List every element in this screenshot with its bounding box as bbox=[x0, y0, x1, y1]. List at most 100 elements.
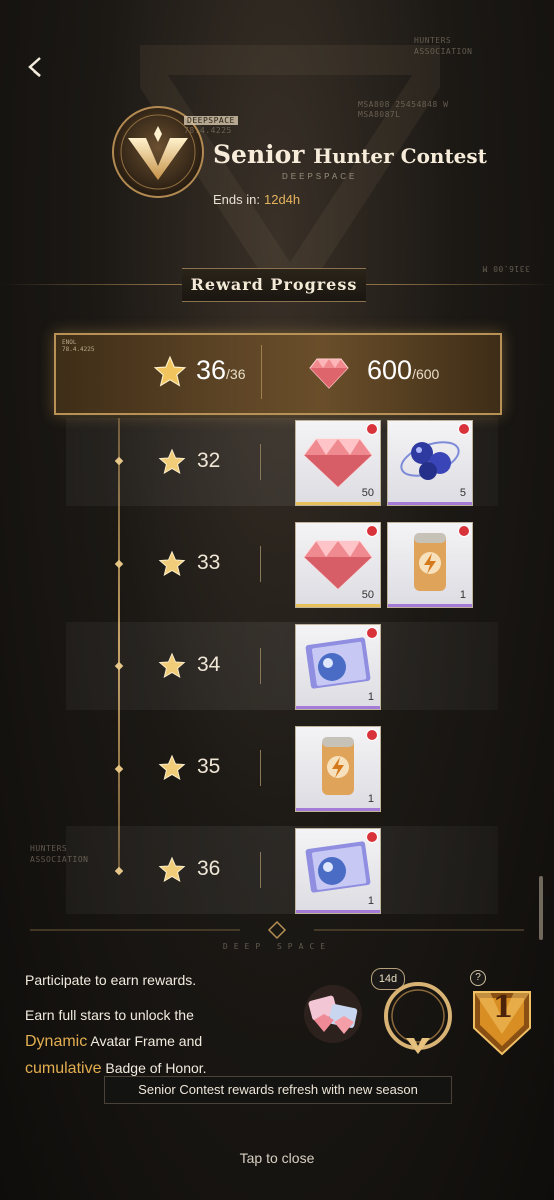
countdown: Ends in: 12d4h bbox=[213, 192, 300, 207]
reward-count: 50 bbox=[361, 589, 374, 601]
new-indicator-dot bbox=[366, 423, 378, 435]
tier-row: 34 1 bbox=[66, 622, 498, 710]
gem-icon bbox=[303, 438, 373, 488]
tier-row: 32 50 5 bbox=[66, 418, 498, 506]
star-icon bbox=[158, 448, 186, 475]
info-participate: Participate to earn rewards. bbox=[25, 972, 197, 988]
title-word-1: Senior bbox=[213, 140, 305, 169]
energy-can-icon bbox=[322, 737, 354, 795]
divider bbox=[260, 546, 261, 582]
reward-count: 50 bbox=[361, 487, 374, 499]
star-icon bbox=[158, 754, 186, 781]
deco-text: HUNTERS bbox=[30, 844, 68, 853]
rarity-bar bbox=[296, 910, 380, 913]
deco-tag: 78.4.4225 bbox=[184, 126, 232, 135]
gems-progress: 600/600 bbox=[367, 355, 439, 386]
new-indicator-dot bbox=[458, 525, 470, 537]
ticket-icon bbox=[305, 637, 371, 689]
ticket-icon bbox=[305, 841, 371, 893]
divider-ornament bbox=[30, 920, 524, 940]
star-icon bbox=[158, 550, 186, 577]
reward-count: 1 bbox=[459, 589, 466, 601]
honor-rank: 1 bbox=[492, 990, 514, 1025]
rarity-bar bbox=[388, 604, 472, 607]
info-text: Avatar Frame and bbox=[90, 1033, 203, 1049]
reward-item[interactable]: 1 bbox=[387, 522, 473, 608]
deco-tag: DEEPSPACE bbox=[184, 116, 238, 125]
tier-star-count: 33 bbox=[197, 551, 221, 574]
tier-row: 36 1 bbox=[66, 826, 498, 914]
stars-current: 36 bbox=[196, 355, 227, 385]
divider bbox=[260, 444, 261, 480]
new-indicator-dot bbox=[366, 627, 378, 639]
info-unlock: Earn full stars to unlock the Dynamic Av… bbox=[25, 1002, 315, 1082]
stars-progress: 36/36 bbox=[196, 355, 246, 386]
countdown-value: 12d4h bbox=[263, 192, 301, 207]
deco-text: DEEP SPACE bbox=[222, 942, 332, 951]
deco-text: ASSOCIATION bbox=[414, 47, 473, 56]
tier-star-count: 36 bbox=[197, 857, 221, 880]
title-subtitle: DEEPSPACE bbox=[282, 172, 358, 181]
info-highlight: Dynamic bbox=[25, 1033, 88, 1050]
divider bbox=[260, 648, 261, 684]
progress-summary: ENOL 78.4.4225 36/36 600/600 bbox=[54, 333, 502, 415]
gem-pile-icon bbox=[304, 985, 362, 1043]
divider bbox=[261, 345, 262, 399]
gem-icon bbox=[309, 358, 349, 389]
gems-current: 600 bbox=[367, 355, 413, 385]
orb-cluster-icon bbox=[400, 441, 460, 480]
reward-count: 5 bbox=[459, 487, 466, 499]
reward-item[interactable]: 1 bbox=[295, 726, 381, 812]
summary-tag: ENOL 78.4.4225 bbox=[62, 339, 95, 353]
scrollbar[interactable] bbox=[539, 876, 543, 940]
new-indicator-dot bbox=[366, 525, 378, 537]
new-indicator-dot bbox=[458, 423, 470, 435]
tier-row: 35 1 bbox=[66, 724, 498, 812]
star-icon bbox=[158, 856, 186, 883]
reward-count: 1 bbox=[367, 895, 374, 907]
chevron-left-icon bbox=[28, 57, 41, 77]
gem-icon bbox=[303, 540, 373, 590]
tier-row: 33 50 1 bbox=[66, 520, 498, 608]
tap-to-close[interactable]: Tap to close bbox=[0, 1150, 554, 1166]
rarity-bar bbox=[296, 604, 380, 607]
star-icon bbox=[158, 652, 186, 679]
rarity-bar bbox=[296, 502, 380, 505]
info-text: Badge of Honor. bbox=[105, 1060, 207, 1076]
star-icon bbox=[153, 355, 187, 387]
summary-tag-line: 78.4.4225 bbox=[62, 346, 95, 353]
reward-item[interactable]: 50 bbox=[295, 420, 381, 506]
tier-star-count: 32 bbox=[197, 449, 221, 472]
stars-total: /36 bbox=[226, 366, 246, 382]
avatar-frame-icon bbox=[384, 982, 452, 1054]
page-title: Senior Hunter Contest bbox=[213, 140, 487, 169]
tier-star-count: 35 bbox=[197, 755, 221, 778]
rarity-bar bbox=[296, 808, 380, 811]
divider bbox=[260, 852, 261, 888]
energy-can-icon bbox=[414, 533, 446, 591]
deco-text: MSA808 25454848 W bbox=[358, 100, 449, 109]
tier-star-count: 34 bbox=[197, 653, 221, 676]
new-indicator-dot bbox=[366, 729, 378, 741]
countdown-label: Ends in: bbox=[213, 192, 260, 207]
title-word-2: Hunter Contest bbox=[313, 144, 487, 168]
divider bbox=[260, 750, 261, 786]
new-indicator-dot bbox=[366, 831, 378, 843]
rarity-bar bbox=[296, 706, 380, 709]
deco-text: MSA8087L bbox=[358, 110, 401, 119]
back-button[interactable] bbox=[20, 52, 50, 82]
reward-count: 1 bbox=[367, 793, 374, 805]
rarity-bar bbox=[388, 502, 472, 505]
info-highlight: cumulative bbox=[25, 1060, 102, 1077]
season-notice: Senior Contest rewards refresh with new … bbox=[104, 1076, 452, 1104]
reward-count: 1 bbox=[367, 691, 374, 703]
reward-item[interactable]: 5 bbox=[387, 420, 473, 506]
gems-total: /600 bbox=[412, 366, 440, 382]
summary-tag-line: ENOL bbox=[62, 339, 77, 346]
info-text: Earn full stars to unlock the bbox=[25, 1007, 194, 1023]
reward-item[interactable]: 1 bbox=[295, 828, 381, 914]
deco-text: HUNTERS bbox=[414, 36, 452, 45]
reward-item[interactable]: 50 bbox=[295, 522, 381, 608]
section-header: Reward Progress bbox=[0, 264, 554, 304]
reward-item[interactable]: 1 bbox=[295, 624, 381, 710]
